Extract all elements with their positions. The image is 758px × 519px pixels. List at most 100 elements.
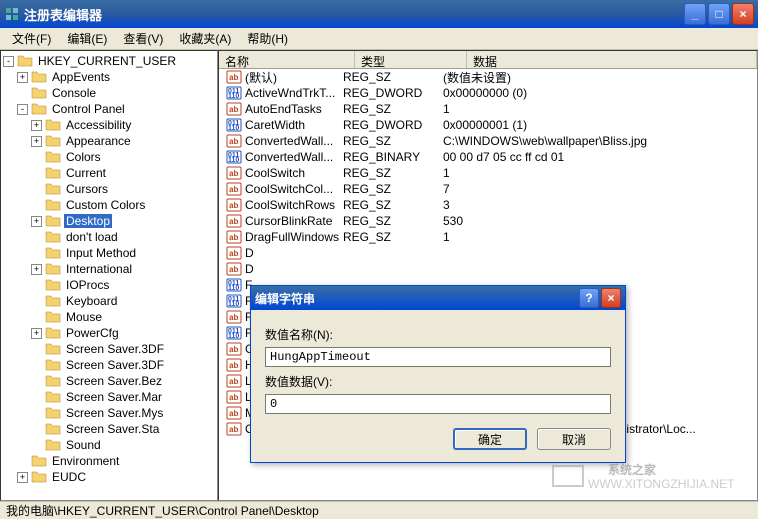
list-row[interactable]: abCoolSwitchRowsREG_SZ3 [219, 197, 757, 213]
toggle-icon[interactable]: + [31, 216, 42, 227]
row-name: CaretWidth [245, 118, 305, 132]
tree-label[interactable]: Environment [50, 454, 121, 468]
menu-help[interactable]: 帮助(H) [239, 28, 296, 49]
list-row[interactable]: abCoolSwitchCol...REG_SZ7 [219, 181, 757, 197]
list-row[interactable]: abCoolSwitchREG_SZ1 [219, 165, 757, 181]
toggle-icon[interactable]: + [31, 120, 42, 131]
tree-item[interactable]: Screen Saver.Mys [3, 405, 215, 421]
tree-root[interactable]: - HKEY_CURRENT_USER [3, 53, 215, 69]
tree-label[interactable]: Keyboard [64, 294, 119, 308]
tree-item[interactable]: Screen Saver.Bez [3, 373, 215, 389]
tree-label[interactable]: Colors [64, 150, 103, 164]
tree-label[interactable]: AppEvents [50, 70, 112, 84]
tree-label[interactable]: EUDC [50, 470, 88, 484]
svg-text:ab: ab [229, 361, 238, 370]
tree-item[interactable]: + AppEvents [3, 69, 215, 85]
folder-icon [45, 406, 61, 420]
tree-label[interactable]: Screen Saver.3DF [64, 358, 166, 372]
tree-label[interactable]: Mouse [64, 310, 104, 324]
tree-label[interactable]: Sound [64, 438, 103, 452]
tree-label[interactable]: PowerCfg [64, 326, 121, 340]
maximize-button[interactable]: □ [708, 3, 730, 25]
menu-edit[interactable]: 编辑(E) [59, 28, 115, 49]
toggle-icon[interactable]: + [17, 72, 28, 83]
svg-text:ab: ab [229, 393, 238, 402]
tree-label[interactable]: Screen Saver.Bez [64, 374, 164, 388]
tree-item[interactable]: + Accessibility [3, 117, 215, 133]
tree-item[interactable]: Environment [3, 453, 215, 469]
toggle-icon[interactable]: + [31, 328, 42, 339]
dialog-close-button[interactable]: × [601, 288, 621, 308]
tree-label[interactable]: Input Method [64, 246, 138, 260]
list-row[interactable]: 011110ActiveWndTrkT...REG_DWORD0x0000000… [219, 85, 757, 101]
menu-view[interactable]: 查看(V) [115, 28, 171, 49]
tree-item[interactable]: Screen Saver.3DF [3, 341, 215, 357]
tree-label[interactable]: Cursors [64, 182, 110, 196]
tree-item[interactable]: Colors [3, 149, 215, 165]
tree-label[interactable]: Control Panel [50, 102, 127, 116]
tree-item[interactable]: + Appearance [3, 133, 215, 149]
tree-item[interactable]: IOProcs [3, 277, 215, 293]
dialog-title-bar[interactable]: 编辑字符串 ? × [251, 286, 625, 310]
tree-label[interactable]: Screen Saver.3DF [64, 342, 166, 356]
tree-item[interactable]: Input Method [3, 245, 215, 261]
list-row[interactable]: ab(默认)REG_SZ(数值未设置) [219, 69, 757, 85]
tree-item[interactable]: Screen Saver.Mar [3, 389, 215, 405]
tree-item[interactable]: + EUDC [3, 469, 215, 485]
menu-file[interactable]: 文件(F) [4, 28, 59, 49]
tree-label[interactable]: Screen Saver.Mys [64, 406, 165, 420]
minimize-button[interactable]: _ [684, 3, 706, 25]
toggle-icon[interactable]: + [31, 136, 42, 147]
list-row[interactable]: 011110CaretWidthREG_DWORD0x00000001 (1) [219, 117, 757, 133]
collapse-icon[interactable]: - [3, 56, 14, 67]
list-row[interactable]: abConvertedWall...REG_SZC:\WINDOWS\web\w… [219, 133, 757, 149]
value-data-field[interactable] [265, 394, 611, 414]
tree-label[interactable]: don't load [64, 230, 120, 244]
tree-label[interactable]: Console [50, 86, 98, 100]
toggle-icon[interactable]: - [17, 104, 28, 115]
list-row[interactable]: abD [219, 245, 757, 261]
toggle-icon[interactable]: + [17, 472, 28, 483]
list-row[interactable]: abDragFullWindowsREG_SZ1 [219, 229, 757, 245]
list-row[interactable]: 011110ConvertedWall...REG_BINARY00 00 d7… [219, 149, 757, 165]
tree-item[interactable]: don't load [3, 229, 215, 245]
tree-item[interactable]: + Desktop [3, 213, 215, 229]
row-name: AutoEndTasks [245, 102, 322, 116]
tree-item[interactable]: + PowerCfg [3, 325, 215, 341]
tree-item[interactable]: Screen Saver.3DF [3, 357, 215, 373]
cancel-button[interactable]: 取消 [537, 428, 611, 450]
list-row[interactable]: abCursorBlinkRateREG_SZ530 [219, 213, 757, 229]
tree-item[interactable]: Sound [3, 437, 215, 453]
tree-label[interactable]: Screen Saver.Mar [64, 390, 164, 404]
dialog-help-button[interactable]: ? [579, 288, 599, 308]
tree-item[interactable]: Current [3, 165, 215, 181]
col-name[interactable]: 名称 [219, 51, 355, 68]
tree-label[interactable]: Current [64, 166, 108, 180]
tree-label[interactable]: Custom Colors [64, 198, 147, 212]
menu-favorites[interactable]: 收藏夹(A) [171, 28, 239, 49]
tree-label[interactable]: IOProcs [64, 278, 111, 292]
tree-item[interactable]: Keyboard [3, 293, 215, 309]
tree-item[interactable]: Custom Colors [3, 197, 215, 213]
toggle-icon[interactable]: + [31, 264, 42, 275]
tree-label[interactable]: Accessibility [64, 118, 133, 132]
close-button[interactable]: × [732, 3, 754, 25]
tree-item[interactable]: Mouse [3, 309, 215, 325]
list-row[interactable]: abD [219, 261, 757, 277]
tree-item[interactable]: Console [3, 85, 215, 101]
tree-label[interactable]: Appearance [64, 134, 133, 148]
tree-item[interactable]: Cursors [3, 181, 215, 197]
ok-button[interactable]: 确定 [453, 428, 527, 450]
tree-label[interactable]: International [64, 262, 134, 276]
tree-item[interactable]: Screen Saver.Sta [3, 421, 215, 437]
tree-item[interactable]: + International [3, 261, 215, 277]
col-type[interactable]: 类型 [355, 51, 467, 68]
list-row[interactable]: abAutoEndTasksREG_SZ1 [219, 101, 757, 117]
tree-label[interactable]: Desktop [64, 214, 112, 228]
tree-pane[interactable]: - HKEY_CURRENT_USER + AppEvents Console - Cont… [0, 50, 218, 501]
col-data[interactable]: 数据 [467, 51, 757, 68]
tree-item[interactable]: - Control Panel [3, 101, 215, 117]
tree-root-label[interactable]: HKEY_CURRENT_USER [36, 54, 178, 68]
value-ab-icon: ab [226, 70, 242, 84]
tree-label[interactable]: Screen Saver.Sta [64, 422, 161, 436]
